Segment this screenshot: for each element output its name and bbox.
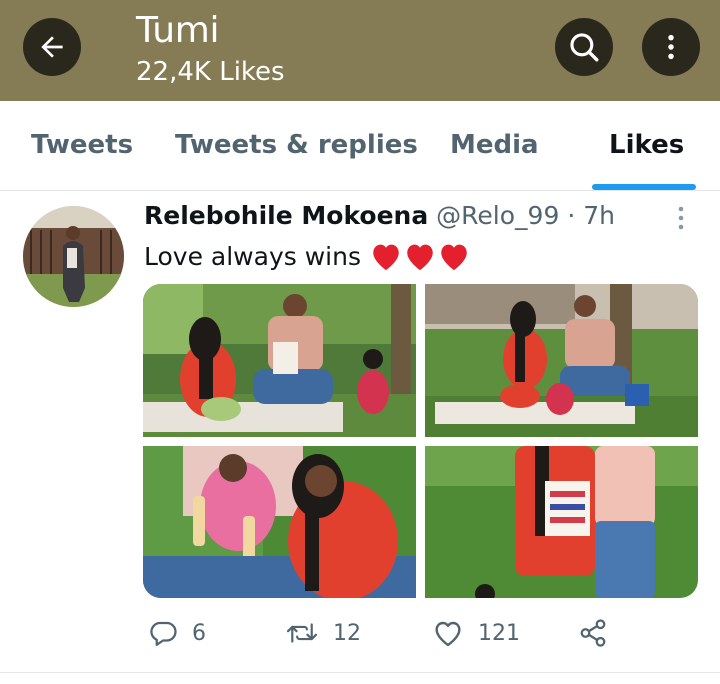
reply-count: 6 [192,620,206,646]
author-avatar[interactable] [23,206,124,307]
tweet-text: Love always wins [144,240,471,272]
heart-emoji-icon [407,244,433,271]
profile-header: Tumi 22,4K Likes [0,0,720,101]
separator-dot: · [567,201,576,230]
share-icon [580,619,606,647]
tweet-header: Relebohile Mokoena @Relo_99 · 7h [144,201,615,230]
tweet-photo-1[interactable] [143,284,416,437]
profile-name: Tumi [136,10,220,51]
tab-tweets[interactable]: Tweets [31,130,133,160]
reply-icon [150,621,177,646]
retweet-button[interactable]: 12 [285,618,361,648]
active-tab-indicator [592,184,696,190]
author-handle[interactable]: @Relo_99 [436,201,559,230]
heart-outline-icon [435,621,461,647]
tweet-more-button[interactable] [670,204,692,232]
more-vertical-icon [668,34,674,60]
more-options-button[interactable] [642,18,700,76]
heart-emoji-icon [441,244,467,271]
back-button[interactable] [23,18,81,76]
more-vertical-icon [678,206,684,230]
search-icon [570,33,599,62]
heart-emoji-icon [373,244,399,271]
retweet-count: 12 [333,620,361,646]
likes-count: 22,4K Likes [136,57,285,87]
tweet-photo-2[interactable] [425,284,698,437]
retweet-icon [286,623,318,643]
tweet-photo-4[interactable] [425,446,698,598]
like-button[interactable]: 121 [432,618,520,648]
tweet-media-grid [143,284,698,598]
share-button[interactable] [578,618,608,648]
tab-likes[interactable]: Likes [609,130,684,160]
tweet-divider [0,672,720,673]
profile-tabs: Tweets Tweets & replies Media Likes [0,101,720,191]
tweet-actions: 6 12 121 [0,618,720,652]
back-arrow-icon [41,36,63,58]
author-name[interactable]: Relebohile Mokoena [144,201,428,230]
tweet-text-content: Love always wins [144,241,361,271]
hearts-emoji [369,240,471,272]
tab-tweets-and-replies[interactable]: Tweets & replies [175,130,418,160]
tweet-time[interactable]: 7h [583,201,615,230]
tab-media[interactable]: Media [450,130,539,160]
tweet-photo-3[interactable] [143,446,416,598]
search-button[interactable] [555,18,613,76]
reply-button[interactable]: 6 [148,618,206,648]
like-count: 121 [478,620,520,646]
